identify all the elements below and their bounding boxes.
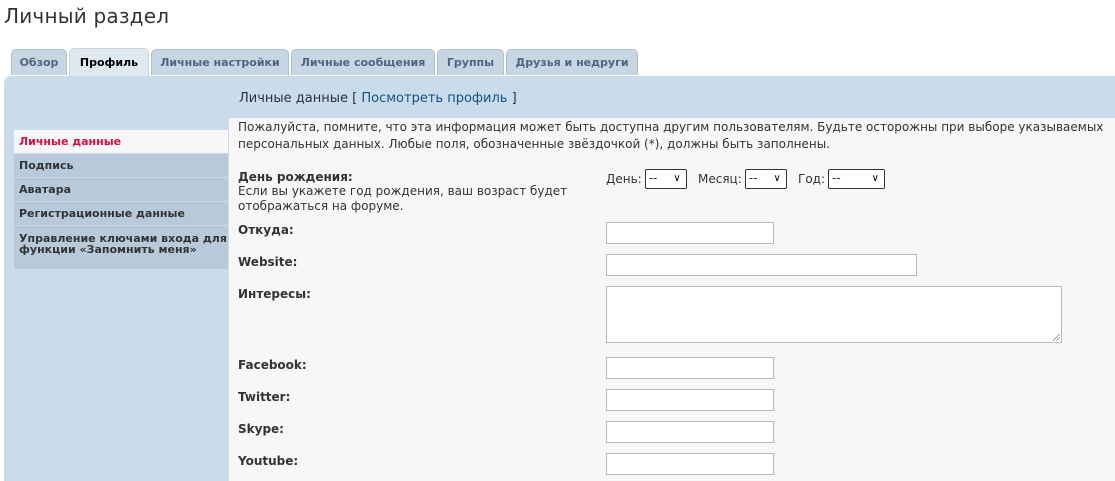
youtube-input[interactable] [606,453,774,475]
skype-input[interactable] [606,421,774,443]
day-select[interactable]: -- ∨ [644,169,687,189]
twitter-label: Twitter: [238,390,291,404]
birthday-label: День рождения: [238,170,353,184]
chevron-down-icon: ∨ [871,173,879,184]
interests-textarea[interactable] [606,286,1062,343]
page-title: Личный раздел [4,4,170,28]
bracket-close: ] [511,91,517,106]
day-value: -- [648,171,658,185]
location-label-block: Откуда: [238,223,294,237]
tab-private-messages[interactable]: Личные сообщения [291,49,435,75]
tab-preferences[interactable]: Личные настройки [151,49,289,75]
resize-grip-icon[interactable] [1053,334,1060,341]
skype-label-block: Skype: [238,422,284,436]
tab-profile[interactable]: Профиль [69,48,149,76]
facebook-label: Facebook: [238,358,307,372]
youtube-label: Youtube: [238,454,299,468]
month-value: -- [748,171,758,185]
sidebar-item-signature[interactable]: Подпись [14,154,228,178]
sidebar-menu: Личные данные Подпись Аватара Регистраци… [14,130,228,270]
month-label: Месяц: [698,172,742,186]
website-label: Website: [238,255,298,269]
sidebar-item-avatar[interactable]: Аватара [14,178,228,202]
year-select[interactable]: -- ∨ [828,169,885,189]
interests-label: Интересы: [238,287,311,301]
skype-label: Skype: [238,422,284,436]
youtube-label-block: Youtube: [238,454,298,468]
birthday-description: Если вы укажете год рождения, ваш возрас… [238,184,568,213]
website-label-block: Website: [238,255,297,269]
facebook-label-block: Facebook: [238,358,307,372]
chevron-down-icon: ∨ [773,173,781,184]
tab-overview[interactable]: Обзор [11,49,67,75]
twitter-label-block: Twitter: [238,390,290,404]
sidebar-item-personal-data[interactable]: Личные данные [14,130,228,154]
view-profile-link[interactable]: Посмотреть профиль [361,91,507,106]
month-select[interactable]: -- ∨ [744,169,787,189]
chevron-down-icon: ∨ [673,173,681,184]
location-label: Откуда: [238,223,294,237]
content-heading: Личные данные [ Посмотреть профиль ] [239,91,517,106]
year-label: Год: [798,172,825,186]
section-title: Личные данные [239,91,349,106]
sidebar-item-registration[interactable]: Регистрационные данные [14,202,228,226]
birthday-label-block: День рождения: Если вы укажете год рожде… [238,170,578,214]
website-input[interactable] [606,254,917,276]
interests-label-block: Интересы: [238,287,311,301]
bracket-open: [ [352,91,358,106]
sidebar-item-login-keys[interactable]: Управление ключами входа для функции «За… [14,226,228,270]
tab-friends-foes[interactable]: Друзья и недруги [506,49,638,75]
twitter-input[interactable] [606,389,774,411]
location-input[interactable] [606,222,774,244]
facebook-input[interactable] [606,357,774,379]
info-notice: Пожалуйста, помните, что эта информация … [238,120,1104,151]
day-label: День: [606,172,642,186]
year-value: -- [832,171,841,185]
tab-groups[interactable]: Группы [437,49,504,75]
